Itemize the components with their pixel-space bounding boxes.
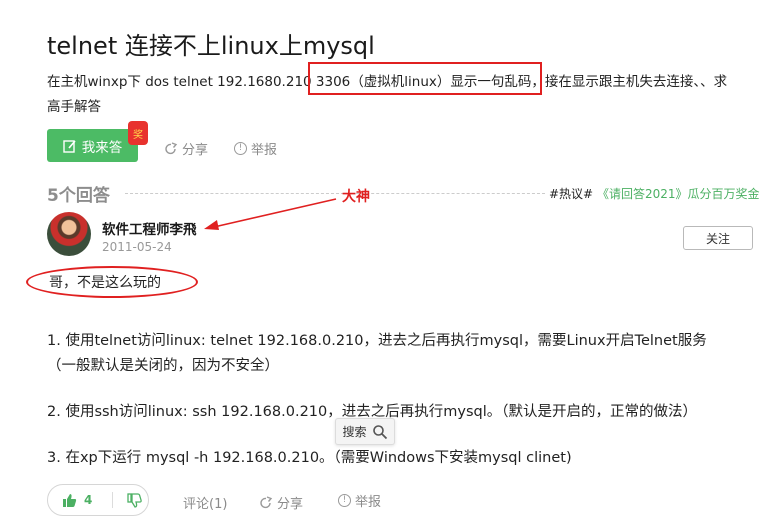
question-title: telnet 连接不上linux上mysql	[47, 32, 375, 60]
red-packet-icon[interactable]: 奖	[128, 121, 148, 145]
like-count: 4	[84, 493, 93, 507]
share-icon	[260, 495, 273, 508]
share-question-button[interactable]: 分享	[164, 139, 208, 158]
edit-icon	[63, 139, 76, 153]
promo-link[interactable]: 《请回答2021》瓜分百万奖金	[597, 187, 760, 201]
answer-button[interactable]: 我来答	[47, 129, 138, 162]
annotation-arrow	[204, 198, 337, 230]
report-icon: !	[338, 494, 351, 507]
share-label: 分享	[277, 497, 304, 512]
follow-button[interactable]: 关注	[683, 226, 753, 250]
annotation-rectangle	[308, 62, 542, 95]
thumbs-up-icon	[63, 493, 77, 507]
answer-para1-line2: （一般默认是关闭的，因为不安全）	[47, 358, 279, 374]
report-icon: !	[234, 142, 247, 155]
answer-para1-line1: 1. 使用telnet访问linux: telnet 192.168.0.210…	[47, 333, 707, 349]
report-label: 举报	[251, 143, 278, 158]
answer-date: 2011-05-24	[102, 240, 172, 254]
upvote-button[interactable]: 4	[48, 493, 112, 508]
answer-para3: 3. 在xp下运行 mysql -h 192.168.0.210。（需要Wind…	[47, 450, 572, 466]
vote-box: 4	[47, 484, 149, 516]
thumbs-down-icon	[127, 492, 142, 508]
answer-button-label: 我来答	[81, 139, 123, 156]
avatar[interactable]	[47, 212, 91, 256]
annotation-label: 大神	[342, 189, 370, 205]
comment-button[interactable]: 评论(1)	[183, 493, 227, 512]
answers-count: 5个回答	[47, 186, 110, 206]
annotation-ellipse	[26, 266, 198, 298]
report-answer-button[interactable]: ! 举报	[338, 491, 381, 510]
question-body-line2: 高手解答	[47, 99, 101, 115]
report-label: 举报	[355, 495, 382, 510]
promo-banner[interactable]: #热议# 《请回答2021》瓜分百万奖金	[549, 185, 760, 202]
downvote-button[interactable]	[113, 492, 142, 508]
share-icon	[165, 141, 178, 154]
search-icon	[372, 424, 387, 439]
share-label: 分享	[182, 143, 209, 158]
share-answer-button[interactable]: 分享	[259, 493, 303, 512]
search-popup-label: 搜索	[342, 425, 367, 439]
author-name[interactable]: 软件工程师李飛	[102, 218, 197, 238]
report-question-button[interactable]: ! 举报	[234, 139, 277, 158]
header-divider	[125, 193, 545, 194]
search-popup-button[interactable]: 搜索	[335, 418, 395, 445]
promo-tag: #热议#	[549, 187, 594, 201]
